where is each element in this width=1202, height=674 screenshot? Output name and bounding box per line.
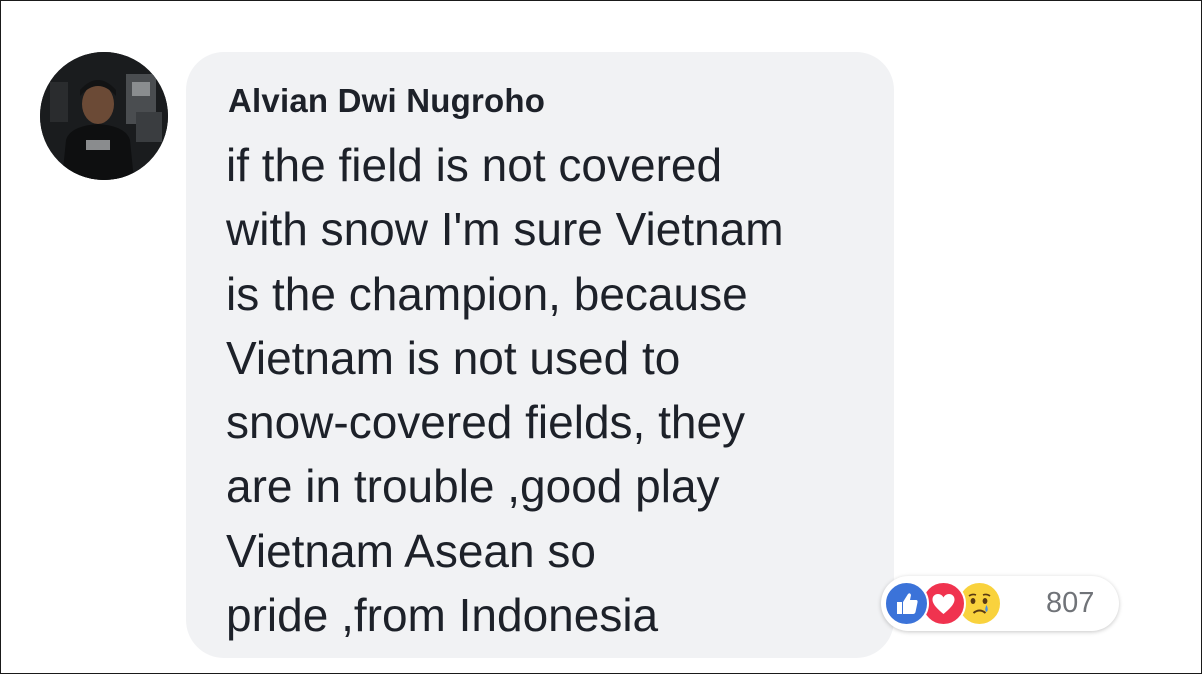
comment-text-line: with snow I'm sure Vietnam xyxy=(226,203,784,256)
reaction-summary[interactable]: 807 xyxy=(881,576,1119,631)
comment-text-line: are in trouble ,good play xyxy=(226,460,720,513)
comment-text: if the field is not covered with snow I'… xyxy=(226,133,886,647)
comment-text-line: Vietnam is not used to xyxy=(226,331,681,384)
reaction-count: 807 xyxy=(1046,587,1095,619)
like-icon xyxy=(884,581,929,626)
comment-text-line: pride ,from Indonesia xyxy=(226,589,659,642)
comment-text-line: is the champion, because xyxy=(226,267,748,320)
comment-text-line: if the field is not covered xyxy=(226,139,723,191)
avatar[interactable] xyxy=(40,52,168,180)
comment-text-line: Vietnam Asean so xyxy=(226,524,596,577)
avatar-photo xyxy=(40,52,168,180)
comment-text-line: snow-covered fields, they xyxy=(226,396,746,449)
comment-author-name[interactable]: Alvian Dwi Nugroho xyxy=(228,82,545,120)
